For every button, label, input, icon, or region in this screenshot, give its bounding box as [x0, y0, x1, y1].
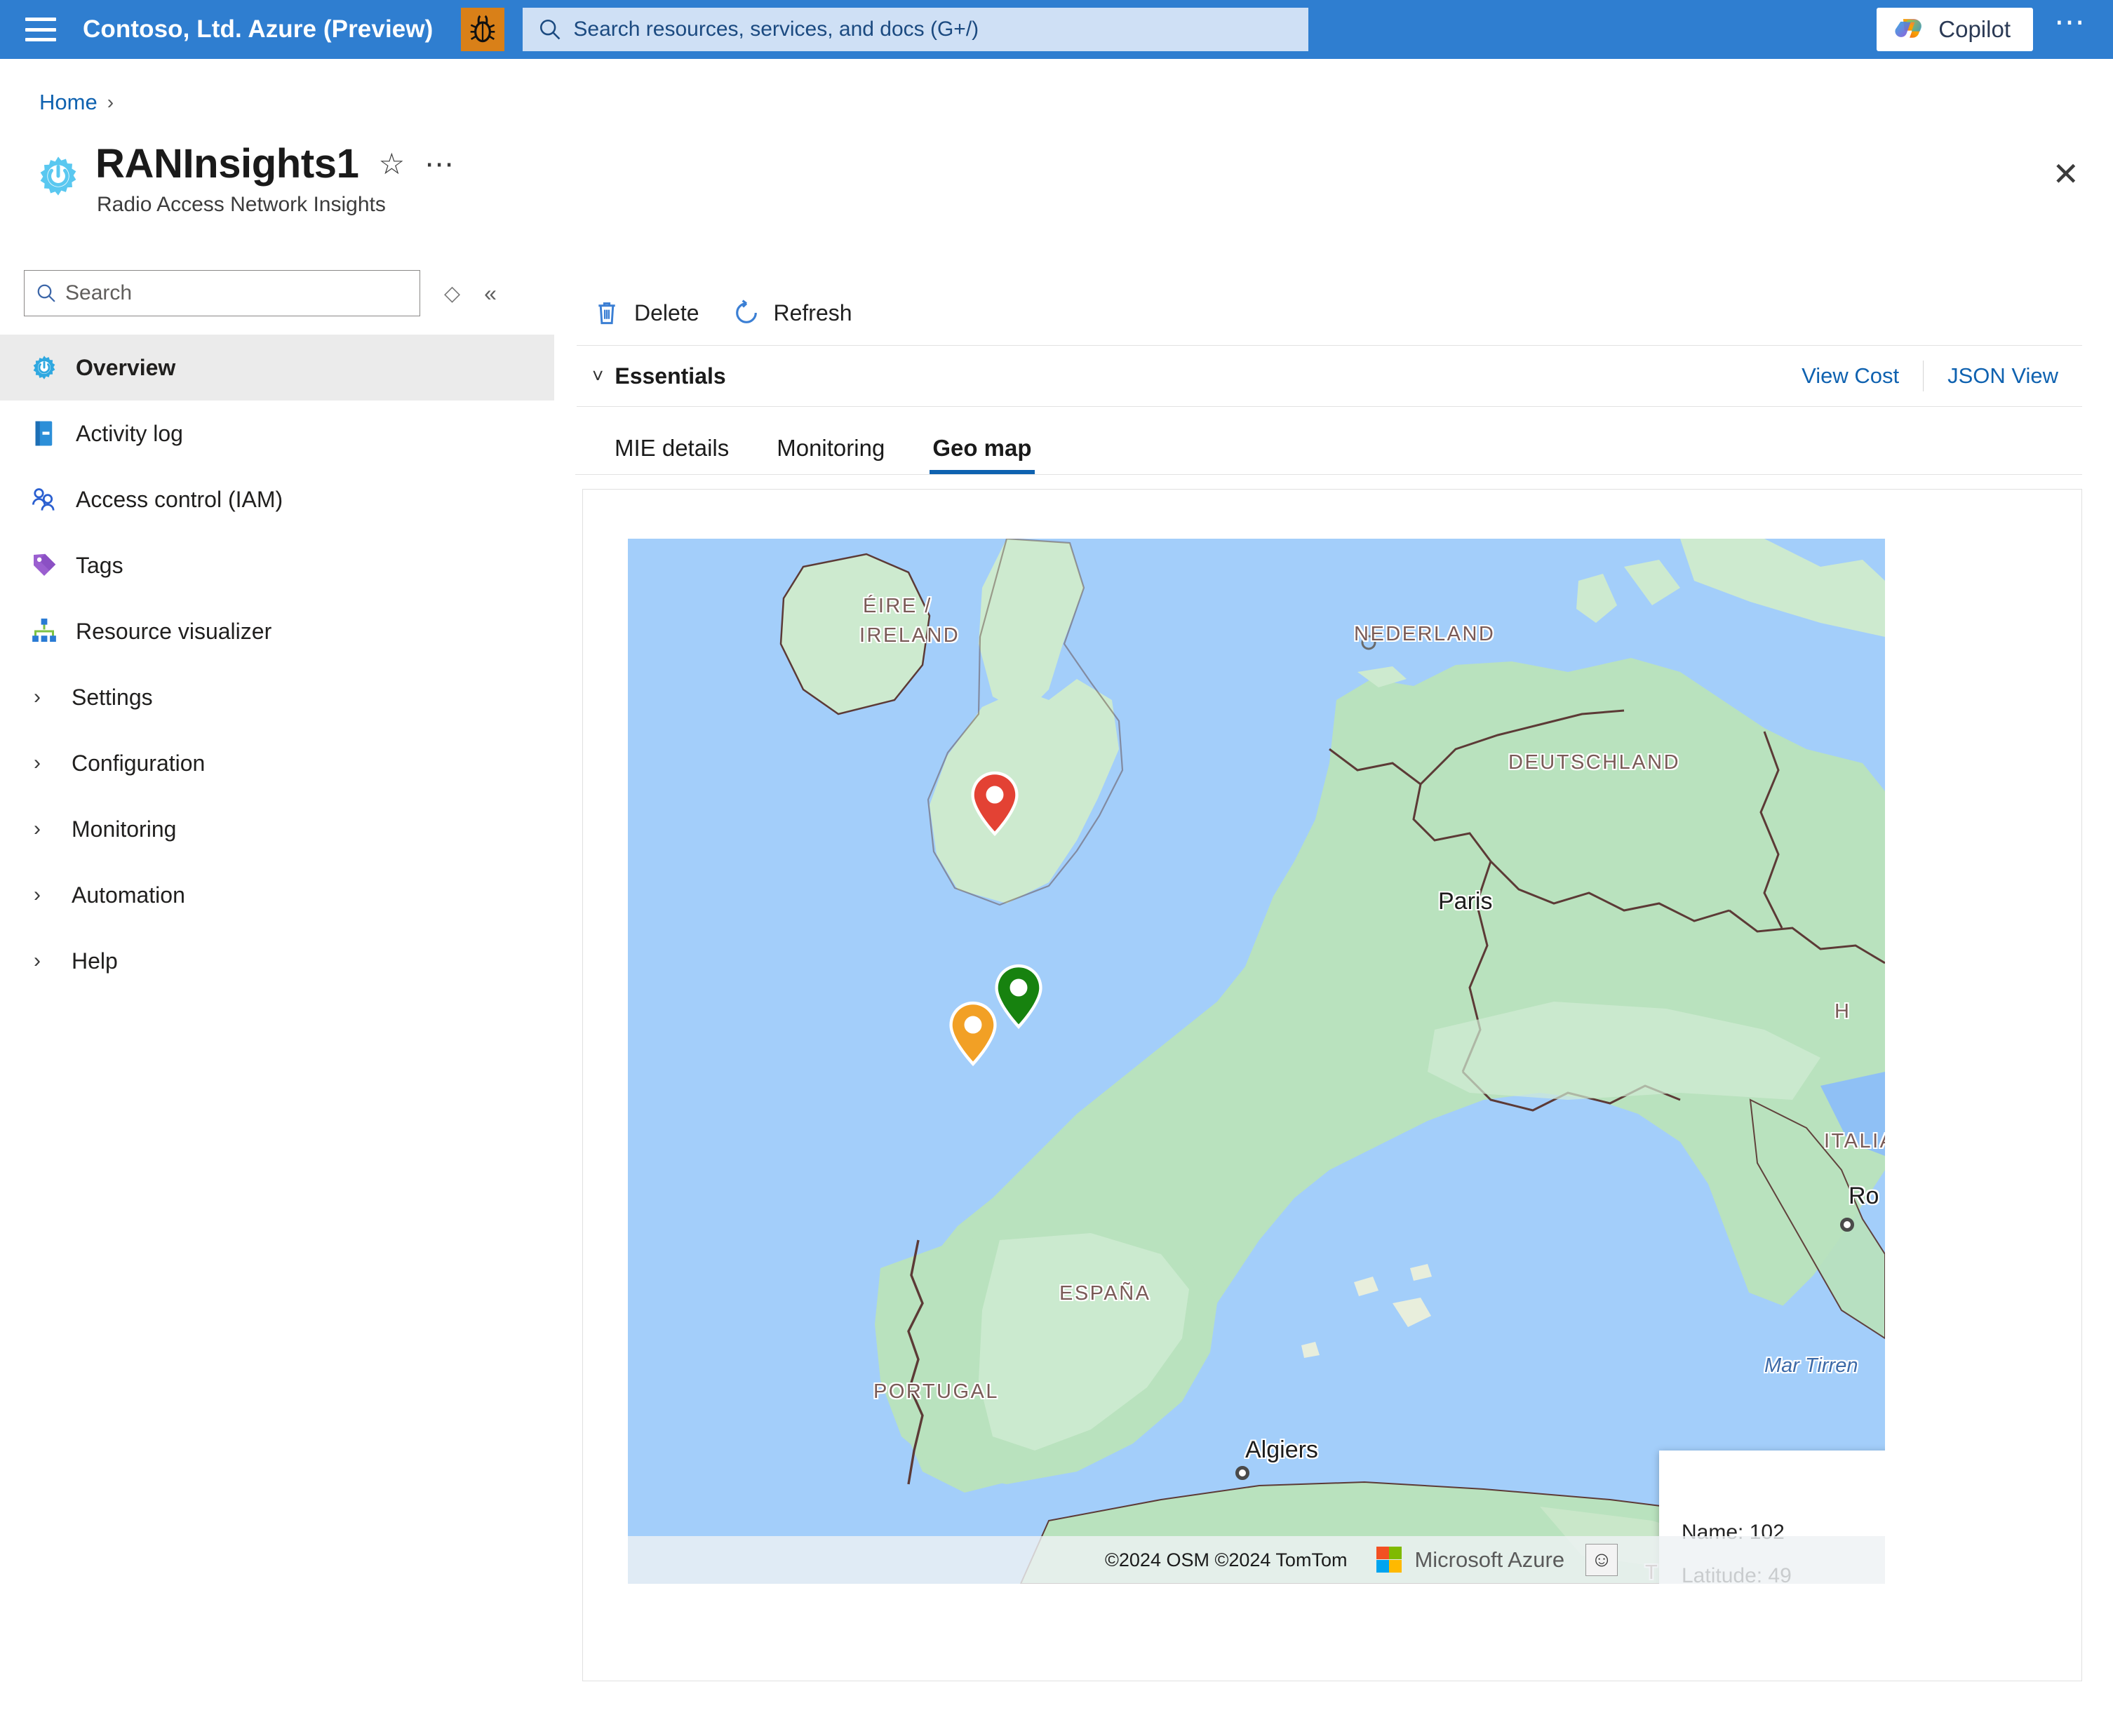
gear-power-icon	[29, 353, 59, 382]
tag-icon	[29, 551, 59, 580]
search-icon	[538, 18, 562, 41]
sidebar-item-configuration[interactable]: › Configuration	[0, 730, 554, 796]
sidebar: ◇ « Overview Activi	[0, 270, 554, 994]
copilot-label: Copilot	[1938, 16, 2011, 42]
essentials-toggle[interactable]: ˅ Essentials	[592, 363, 726, 389]
sidebar-item-label: Access control (IAM)	[76, 486, 283, 512]
tab-list: MIE details Monitoring Geo map	[575, 407, 2113, 474]
page-header: RANInsights1 ☆ ⋯ Radio Access Network In…	[35, 140, 454, 217]
refresh-label: Refresh	[773, 300, 852, 325]
essentials-label: Essentials	[615, 363, 726, 389]
page-subtitle: Radio Access Network Insights	[97, 193, 386, 216]
refresh-button[interactable]: Refresh	[732, 298, 852, 328]
delete-label: Delete	[634, 300, 699, 325]
refresh-icon	[732, 298, 761, 328]
map-pin-orange[interactable]	[947, 1000, 999, 1068]
gear-power-icon	[35, 153, 81, 199]
sidebar-item-label: Tags	[76, 552, 123, 578]
copilot-button[interactable]: Copilot	[1877, 8, 2033, 51]
sidebar-item-label: Monitoring	[72, 816, 177, 842]
tab-label: Monitoring	[777, 435, 885, 461]
sidebar-item-access-control[interactable]: Access control (IAM)	[0, 466, 554, 532]
search-input[interactable]	[573, 18, 1296, 41]
smiley-icon[interactable]: ☺	[1585, 1544, 1618, 1576]
bug-glyph	[471, 15, 495, 43]
sidebar-item-label: Configuration	[72, 750, 206, 776]
portal-brand-title: Contoso, Ltd. Azure (Preview)	[83, 15, 434, 43]
sidebar-item-label: Overview	[76, 354, 176, 380]
page-title: RANInsights1	[95, 141, 359, 187]
ellipsis-icon[interactable]: ⋯	[2054, 7, 2088, 43]
topbar-right-group: Copilot ⋯	[1877, 7, 2113, 51]
sidebar-search-box[interactable]	[24, 270, 420, 316]
chevron-right-icon: ›	[107, 91, 114, 113]
sidebar-item-help[interactable]: › Help	[0, 928, 554, 994]
sidebar-nav-list: Overview Activity log Access control (IA…	[0, 335, 554, 994]
azure-brand-label: Microsoft Azure	[1414, 1547, 1565, 1572]
chevron-right-icon: ›	[34, 949, 41, 972]
close-icon[interactable]: ✕	[2052, 158, 2079, 190]
top-navigation-bar: Contoso, Ltd. Azure (Preview) Search res…	[0, 0, 2113, 59]
sidebar-item-label: Settings	[72, 684, 153, 710]
tab-label: Geo map	[932, 435, 1032, 461]
command-bar: Delete Refresh	[575, 281, 2113, 345]
ellipsis-icon[interactable]: ⋯	[424, 149, 454, 178]
sidebar-item-automation[interactable]: › Automation	[0, 862, 554, 928]
divider	[575, 474, 2082, 475]
delete-button[interactable]: Delete	[592, 298, 699, 328]
hamburger-icon[interactable]	[25, 18, 56, 41]
tab-mie-details[interactable]: MIE details	[591, 435, 753, 474]
activity-log-icon	[29, 419, 59, 448]
sidebar-item-overview[interactable]: Overview	[0, 335, 554, 401]
chevron-right-icon: ›	[34, 883, 41, 906]
json-view-link[interactable]: JSON View	[1924, 363, 2082, 389]
map-attribution-text: ©2024 OSM ©2024 TomTom	[1105, 1549, 1348, 1570]
sidebar-item-settings[interactable]: › Settings	[0, 664, 554, 730]
chevron-right-icon: ›	[34, 817, 41, 840]
main-content: Delete Refresh ˅ Essentials View Cost JS…	[575, 281, 2113, 1681]
sidebar-item-label: Resource visualizer	[76, 618, 272, 644]
sort-icon[interactable]: ◇	[444, 281, 460, 306]
tab-geo-map[interactable]: Geo map	[908, 435, 1055, 474]
map-canvas[interactable]: ÉIRE / IRELAND NEDERLAND DEUTSCHLAND Par…	[628, 539, 1885, 1584]
tab-label: MIE details	[615, 435, 730, 461]
chevron-down-icon: ˅	[592, 365, 604, 386]
chevron-double-left-icon[interactable]: «	[484, 281, 497, 307]
global-search-box[interactable]	[523, 8, 1309, 51]
tab-monitoring[interactable]: Monitoring	[753, 435, 908, 474]
sidebar-item-label: Activity log	[76, 420, 183, 446]
essentials-links: View Cost JSON View	[1778, 361, 2113, 391]
sidebar-item-label: Help	[72, 948, 118, 974]
map-pin-green[interactable]	[993, 963, 1045, 1030]
bug-icon[interactable]	[461, 8, 505, 51]
microsoft-logo-icon	[1376, 1547, 1403, 1573]
breadcrumb: Home ›	[39, 90, 114, 115]
sidebar-search-row: ◇ «	[0, 270, 554, 316]
view-cost-link[interactable]: View Cost	[1778, 363, 1923, 389]
essentials-row: ˅ Essentials View Cost JSON View	[575, 346, 2113, 406]
geo-map-panel: ÉIRE / IRELAND NEDERLAND DEUTSCHLAND Par…	[582, 489, 2082, 1681]
chevron-right-icon: ›	[34, 751, 41, 774]
resource-visualizer-icon	[29, 617, 59, 646]
sidebar-item-activity-log[interactable]: Activity log	[0, 401, 554, 466]
map-pin-red[interactable]	[969, 770, 1021, 837]
star-icon[interactable]: ☆	[378, 149, 405, 179]
sidebar-item-resource-visualizer[interactable]: Resource visualizer	[0, 598, 554, 664]
map-graphic	[628, 539, 1885, 1584]
sidebar-item-tags[interactable]: Tags	[0, 532, 554, 598]
sidebar-search-input[interactable]	[65, 281, 374, 305]
breadcrumb-home-link[interactable]: Home	[39, 90, 98, 115]
access-control-icon	[29, 485, 59, 514]
sidebar-item-monitoring[interactable]: › Monitoring	[0, 796, 554, 862]
trash-icon	[592, 298, 622, 328]
search-icon	[36, 283, 57, 304]
chevron-right-icon: ›	[34, 685, 41, 708]
map-attribution-bar: ©2024 OSM ©2024 TomTom Microsoft Azure ☺	[628, 1536, 1885, 1584]
sidebar-item-label: Automation	[72, 882, 185, 908]
copilot-icon	[1895, 13, 1926, 47]
